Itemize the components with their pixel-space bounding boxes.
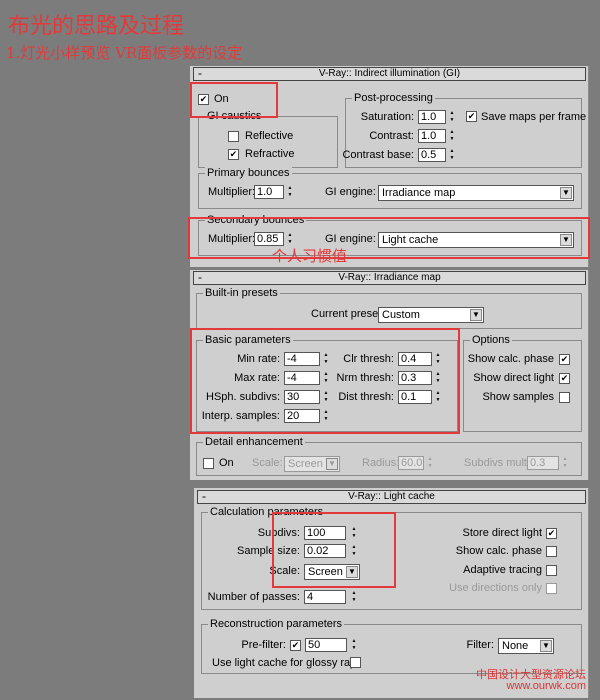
saturation-field[interactable]: 1.0: [418, 110, 446, 124]
detail-scale-value: Screen: [288, 458, 323, 470]
radius-label: Radius:: [362, 457, 400, 469]
lightcache-rollout-title: V-Ray:: Light cache: [348, 491, 435, 502]
show-calc-phase-label: Show calc. phase: [467, 353, 554, 365]
watermark-line2: www.ourwk.com: [506, 680, 586, 692]
adaptive-tracing-label: Adaptive tracing: [463, 564, 542, 576]
show-samples-label: Show samples: [482, 391, 554, 403]
highlight-gi-on: [190, 82, 278, 118]
post-processing-label: Post-processing: [352, 92, 435, 104]
use-directions-only-checkbox[interactable]: [546, 583, 557, 594]
detail-on-label: On: [219, 457, 234, 469]
options-label: Options: [470, 334, 512, 346]
chevron-down-icon: ▼: [540, 640, 552, 652]
current-preset-label: Current preset:: [311, 308, 385, 320]
filter-dropdown[interactable]: None ▼: [498, 638, 554, 654]
highlight-secondary-bounces: [188, 217, 590, 259]
refractive-label: Refractive: [245, 148, 295, 160]
highlight-basic-parameters: [190, 328, 460, 434]
contrast-label: Contrast:: [369, 130, 414, 142]
primary-engine-value: Irradiance map: [382, 187, 456, 199]
radius-spinner[interactable]: ▲ ▼: [426, 456, 434, 470]
subdivs-mult-label: Subdivs mult.: [464, 457, 531, 469]
irradiance-rollout-header[interactable]: - V-Ray:: Irradiance map: [193, 270, 586, 285]
lc-show-calc-phase-checkbox[interactable]: [546, 546, 557, 557]
gi-rollout-header[interactable]: - V-Ray:: Indirect illumination (GI): [193, 66, 586, 81]
watermark: 中国设计大型资源论坛 www.ourwk.com: [476, 670, 586, 692]
pre-filter-field[interactable]: 50: [305, 638, 347, 652]
chevron-down-icon: ▼: [470, 309, 482, 321]
lightcache-rollout-header[interactable]: - V-Ray:: Light cache: [197, 489, 586, 504]
number-of-passes-spinner[interactable]: ▲ ▼: [350, 590, 358, 604]
built-in-presets-label: Built-in presets: [203, 287, 280, 299]
filter-label: Filter:: [466, 639, 495, 651]
filter-value: None: [502, 640, 529, 652]
show-calc-phase-checkbox[interactable]: ✔: [559, 354, 570, 365]
chevron-down-icon: ▼: [326, 458, 338, 470]
subdivs-mult-spinner[interactable]: ▲ ▼: [561, 456, 569, 470]
detail-scale-label: Scale:: [252, 457, 283, 469]
save-maps-label: Save maps per frame: [481, 111, 587, 123]
use-directions-only-label: Use directions only: [449, 582, 542, 594]
current-preset-dropdown[interactable]: Custom ▼: [378, 307, 484, 323]
saturation-spinner[interactable]: ▲ ▼: [448, 110, 456, 124]
number-of-passes-label: Number of passes:: [207, 591, 300, 603]
adaptive-tracing-checkbox[interactable]: [546, 565, 557, 576]
page-subtitle: 1.灯光小样预览 VR面板参数的设定: [6, 44, 243, 62]
contrast-base-label: Contrast base:: [342, 149, 414, 161]
saturation-label: Saturation:: [360, 111, 414, 123]
pre-filter-spinner[interactable]: ▲ ▼: [350, 638, 358, 652]
detail-on-checkbox[interactable]: [203, 458, 214, 469]
show-samples-checkbox[interactable]: [559, 392, 570, 403]
radius-field[interactable]: 60.0: [398, 456, 424, 470]
habit-value-note: 个人习惯值: [272, 248, 348, 265]
primary-multiplier-label: Multiplier:: [208, 186, 256, 198]
detail-scale-dropdown[interactable]: Screen ▼: [284, 456, 340, 472]
contrast-base-spinner[interactable]: ▲ ▼: [448, 148, 456, 162]
reflective-checkbox[interactable]: [228, 131, 239, 142]
glossy-rays-label: Use light cache for glossy rays: [212, 657, 362, 669]
highlight-lightcache-calc: [272, 512, 396, 588]
subdivs-mult-field[interactable]: 0.3: [527, 456, 559, 470]
detail-enhancement-label: Detail enhancement: [203, 436, 305, 448]
store-direct-light-label: Store direct light: [462, 527, 542, 539]
primary-bounces-label: Primary bounces: [205, 167, 292, 179]
reconstruction-parameters-label: Reconstruction parameters: [208, 618, 345, 630]
irradiance-rollout-title: V-Ray:: Irradiance map: [338, 272, 441, 283]
show-direct-light-checkbox[interactable]: ✔: [559, 373, 570, 384]
primary-multiplier-field[interactable]: 1.0: [254, 185, 284, 199]
refractive-checkbox[interactable]: ✔: [228, 149, 239, 160]
reflective-label: Reflective: [245, 130, 294, 142]
store-direct-light-checkbox[interactable]: ✔: [546, 528, 557, 539]
pre-filter-checkbox[interactable]: ✔: [290, 640, 301, 651]
number-of-passes-field[interactable]: 4: [304, 590, 346, 604]
contrast-field[interactable]: 1.0: [418, 129, 446, 143]
save-maps-checkbox[interactable]: ✔: [466, 111, 477, 122]
primary-engine-label: GI engine:: [325, 186, 376, 198]
contrast-spinner[interactable]: ▲ ▼: [448, 129, 456, 143]
chevron-down-icon: ▼: [560, 187, 572, 199]
pre-filter-label: Pre-filter:: [241, 639, 286, 651]
current-preset-value: Custom: [382, 309, 420, 321]
page-title: 布光的思路及过程: [8, 14, 185, 39]
glossy-rays-checkbox[interactable]: [350, 657, 361, 668]
show-direct-light-label: Show direct light: [473, 372, 554, 384]
primary-engine-dropdown[interactable]: Irradiance map ▼: [378, 185, 574, 201]
contrast-base-field[interactable]: 0.5: [418, 148, 446, 162]
primary-multiplier-spinner[interactable]: ▲ ▼: [286, 185, 294, 199]
gi-rollout-title: V-Ray:: Indirect illumination (GI): [318, 68, 461, 79]
lc-show-calc-phase-label: Show calc. phase: [455, 545, 542, 557]
